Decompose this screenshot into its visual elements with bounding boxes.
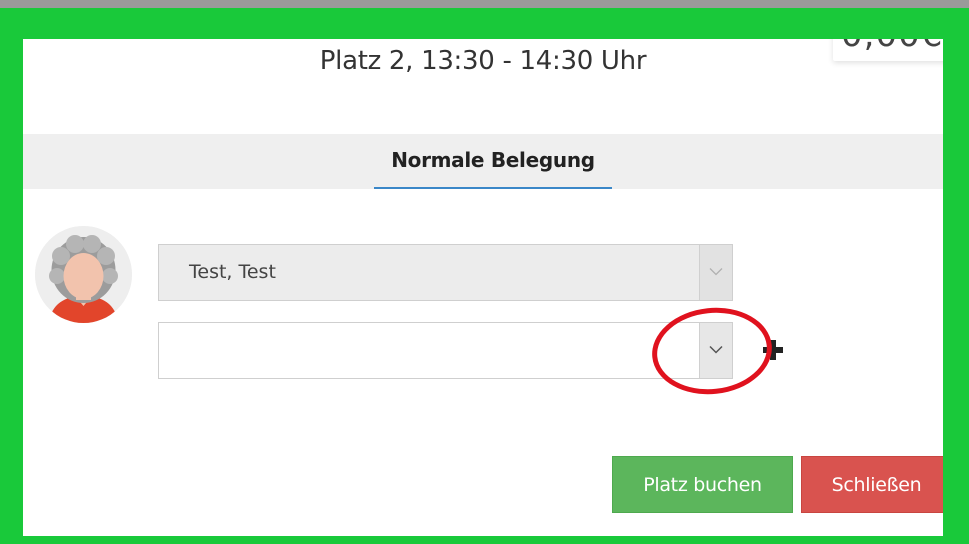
player-2-dropdown-button[interactable] xyxy=(699,323,732,378)
chevron-down-icon xyxy=(709,345,723,354)
player-1-select[interactable]: Test, Test xyxy=(158,244,733,301)
player-1-value: Test, Test xyxy=(189,261,276,283)
tab-normale-belegung[interactable]: Normale Belegung xyxy=(374,134,612,189)
tab-bar: Normale Belegung xyxy=(23,134,943,189)
highlight-frame: 0,00€ Platz 2, 13:30 - 14:30 Uhr Normale… xyxy=(0,8,969,544)
add-player-plus-icon[interactable] xyxy=(761,338,785,362)
book-court-button[interactable]: Platz buchen xyxy=(612,456,793,513)
player-1-dropdown-button[interactable] xyxy=(699,245,732,300)
booking-dialog: 0,00€ Platz 2, 13:30 - 14:30 Uhr Normale… xyxy=(23,39,943,536)
chevron-down-icon xyxy=(709,268,723,276)
avatar-person-icon xyxy=(35,226,132,323)
close-button[interactable]: Schließen xyxy=(801,456,943,513)
player-2-select[interactable] xyxy=(158,322,733,379)
avatar xyxy=(35,226,132,323)
dialog-title: Platz 2, 13:30 - 14:30 Uhr xyxy=(319,46,647,76)
